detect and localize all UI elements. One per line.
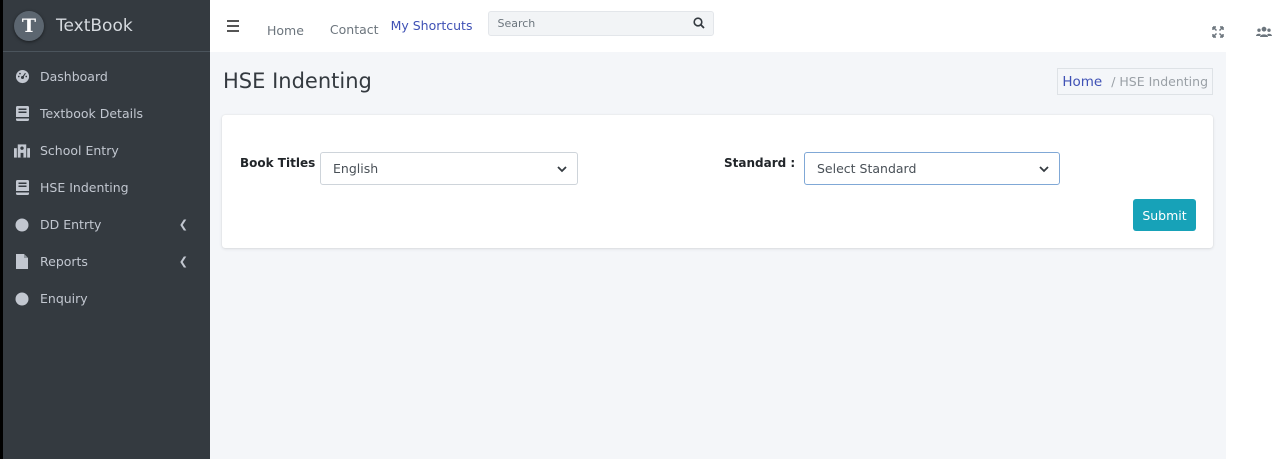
book-titles-selected-value: English — [333, 161, 379, 176]
chevron-down-icon — [557, 161, 567, 176]
submit-button[interactable]: Submit — [1133, 199, 1196, 231]
sidebar-item-label: HSE Indenting — [40, 180, 129, 195]
book-titles-label: Book Titles : — [240, 156, 325, 170]
users-icon[interactable] — [1256, 24, 1272, 40]
chevron-left-icon: ❮ — [178, 218, 188, 231]
indent-form-card: Book Titles : English Standard : Select … — [222, 115, 1213, 248]
sidebar-item-label: Enquiry — [40, 291, 88, 306]
brand-name: TextBook — [56, 15, 133, 36]
sidebar-item-hse-indenting[interactable]: HSE Indenting — [3, 169, 210, 206]
sidebar: T TextBook Dashboard Textbook Details Sc… — [0, 0, 210, 459]
book-icon — [14, 106, 30, 122]
circle-icon — [14, 291, 30, 307]
tachometer-icon — [14, 69, 30, 85]
sidebar-item-school-entry[interactable]: School Entry — [3, 132, 210, 169]
standard-selected-value: Select Standard — [817, 161, 917, 176]
search-input[interactable] — [489, 11, 686, 35]
top-navbar: Home Contact My Shortcuts — [210, 0, 1272, 52]
brand-logo: T — [14, 10, 44, 41]
search-icon[interactable] — [685, 12, 713, 35]
sidebar-item-enquiry[interactable]: Enquiry — [3, 280, 210, 317]
standard-label: Standard : — [724, 156, 796, 170]
nav-link-contact[interactable]: Contact — [330, 22, 379, 37]
navbar-search — [488, 10, 715, 36]
fullscreen-icon[interactable] — [1210, 24, 1226, 40]
file-icon — [14, 254, 30, 270]
sidebar-item-reports[interactable]: Reports ❮ — [3, 243, 210, 280]
book-titles-select[interactable]: English — [320, 152, 578, 185]
sidebar-item-label: Dashboard — [40, 69, 108, 84]
nav-link-home[interactable]: Home — [267, 23, 304, 38]
page-title: HSE Indenting — [223, 69, 372, 93]
sidebar-item-label: Reports — [40, 254, 88, 269]
circle-icon — [14, 217, 30, 233]
breadcrumb: Home / HSE Indenting — [1057, 68, 1213, 95]
breadcrumb-current: HSE Indenting — [1119, 74, 1208, 89]
sidebar-nav: Dashboard Textbook Details School Entry … — [3, 52, 210, 317]
sidebar-item-label: DD Entrty — [40, 217, 102, 232]
navbar-right — [1210, 24, 1272, 40]
sidebar-item-label: Textbook Details — [40, 106, 144, 121]
sidebar-item-textbook-details[interactable]: Textbook Details — [3, 95, 210, 132]
sidebar-item-dd-entry[interactable]: DD Entrty ❮ — [3, 206, 210, 243]
breadcrumb-separator: / — [1111, 74, 1116, 89]
chevron-left-icon: ❮ — [178, 255, 188, 268]
chevron-down-icon — [1039, 161, 1049, 176]
hamburger-menu-icon[interactable] — [227, 18, 245, 34]
breadcrumb-home-link[interactable]: Home — [1062, 74, 1102, 90]
sidebar-item-label: School Entry — [40, 143, 119, 158]
nav-link-my-shortcuts[interactable]: My Shortcuts — [391, 18, 473, 33]
brand-link[interactable]: T TextBook — [3, 0, 210, 52]
content-wrapper: HSE Indenting Home / HSE Indenting Book … — [210, 52, 1226, 459]
standard-select[interactable]: Select Standard — [804, 152, 1060, 185]
book-icon — [14, 180, 30, 196]
school-icon — [14, 143, 30, 159]
sidebar-item-dashboard[interactable]: Dashboard — [3, 58, 210, 95]
